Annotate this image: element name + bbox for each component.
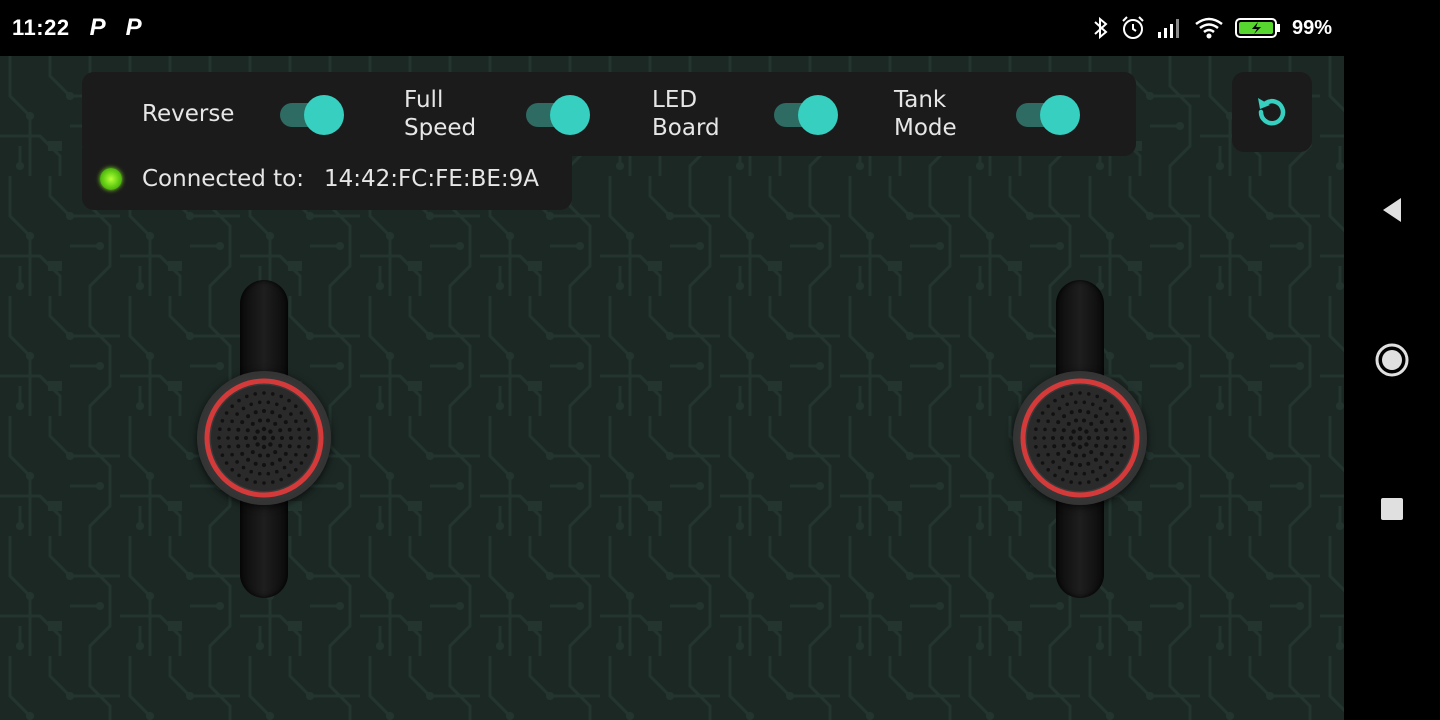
switch-thumb [304, 95, 344, 135]
alarm-icon [1122, 16, 1144, 39]
switch-thumb [550, 95, 590, 135]
left-throttle-knob[interactable] [197, 371, 331, 505]
toggle-label-reverse: Reverse [142, 101, 235, 127]
refresh-button[interactable] [1232, 72, 1312, 152]
signal-icon [1157, 19, 1179, 38]
refresh-icon [1258, 98, 1286, 126]
toggle-full-speed: Full Speed [404, 72, 592, 156]
toggle-label-led-board: LED Board [652, 87, 720, 141]
bluetooth-icon [1094, 16, 1108, 40]
knob-grip-icon [1020, 378, 1140, 498]
status-bar: 11:22 P P 99% [0, 0, 1344, 56]
controller-area: Reverse Full Speed LED Board Tank Mode C… [0, 56, 1344, 720]
settings-panel: Reverse Full Speed LED Board Tank Mode [82, 72, 1136, 156]
home-button[interactable] [1374, 342, 1410, 378]
led-board-switch[interactable] [772, 94, 840, 135]
back-button[interactable] [1379, 196, 1405, 224]
switch-thumb [1040, 95, 1080, 135]
battery-icon [1234, 18, 1280, 38]
switch-thumb [798, 95, 838, 135]
navigation-bar [1344, 0, 1440, 720]
full-speed-switch[interactable] [524, 94, 592, 135]
toggle-tank-mode: Tank Mode [894, 72, 1082, 156]
battery-percent: 99% [1291, 16, 1332, 39]
toggle-label-full-speed: Full Speed [404, 87, 477, 141]
wifi-icon [1195, 17, 1223, 39]
recents-icon [1381, 498, 1403, 520]
toggle-led-board: LED Board [652, 72, 840, 156]
tank-mode-switch[interactable] [1014, 94, 1082, 135]
back-icon [1383, 198, 1401, 222]
connection-status: Connected to: 14:42:FC:FE:BE:9A [82, 148, 572, 210]
knob-grip-icon [204, 378, 324, 498]
status-time: 11:22 [12, 15, 70, 40]
connection-led-icon [100, 168, 122, 190]
toggle-label-tank-mode: Tank Mode [894, 87, 957, 141]
connection-label: Connected to: [142, 166, 304, 192]
notification-p-icon: P [89, 14, 106, 41]
recents-button[interactable] [1379, 496, 1405, 522]
right-throttle-knob[interactable] [1013, 371, 1147, 505]
reverse-switch[interactable] [278, 94, 346, 135]
connection-address: 14:42:FC:FE:BE:9A [324, 166, 540, 192]
home-icon [1375, 343, 1409, 377]
toggle-reverse: Reverse [142, 72, 346, 156]
notification-p-icon: P [125, 14, 142, 41]
